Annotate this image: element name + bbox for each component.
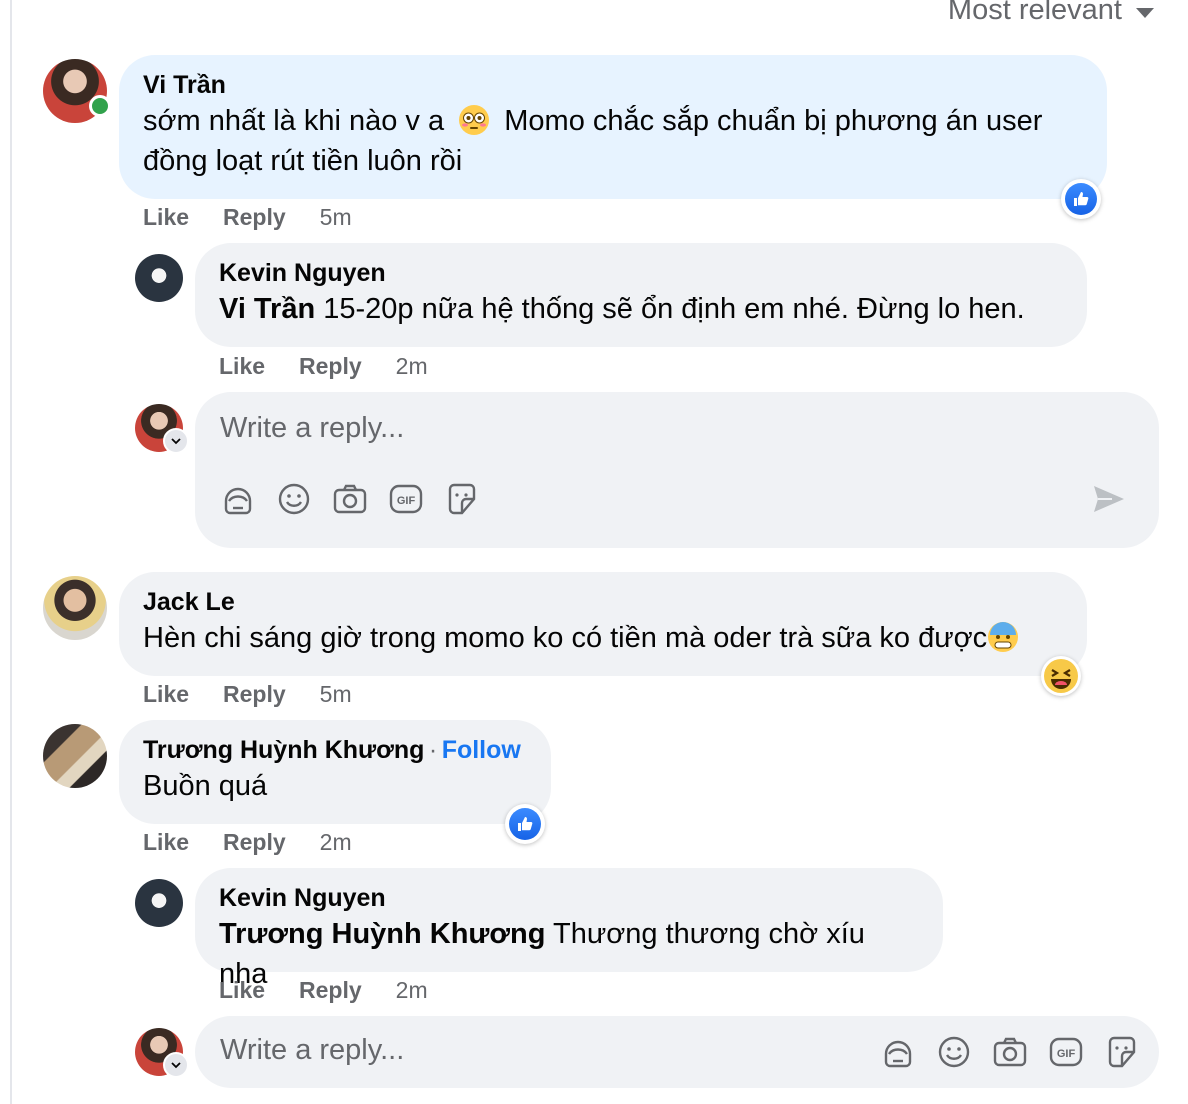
comment-timestamp[interactable]: 2m	[396, 977, 428, 1004]
comment-text: sớm nhất là khi nào v a Momo chắc sắp ch…	[143, 101, 1083, 181]
haha-reaction-icon	[1044, 659, 1078, 693]
current-user-avatar[interactable]	[135, 404, 189, 454]
separator-dot: ·	[428, 736, 438, 764]
comment-text-part: đồng loạt rút tiền luôn rồi	[143, 145, 463, 177]
comment-author[interactable]: Kevin Nguyen	[219, 882, 919, 914]
comment-author[interactable]: Jack Le	[143, 586, 1063, 618]
comment-text: Hèn chi sáng giờ trong momo ko có tiền m…	[143, 618, 1063, 658]
camera-icon[interactable]	[992, 1034, 1028, 1070]
thread-divider	[10, 0, 12, 1104]
like-button[interactable]: Like	[143, 204, 189, 231]
comment-text-part: sớm nhất là khi nào v a	[143, 105, 445, 137]
sticker-icon[interactable]	[444, 481, 480, 517]
comment-text: Vi Trần 15-20p nữa hệ thống sẽ ổn định e…	[219, 289, 1063, 329]
avatar[interactable]	[43, 576, 107, 640]
comment-actions: Like Reply 5m	[143, 681, 352, 708]
comment-actions: Like Reply 2m	[219, 353, 428, 380]
comment-text-part: 15-20p nữa hệ thống sẽ ổn định em nhé. Đ…	[315, 293, 1025, 325]
comment-timestamp[interactable]: 5m	[320, 681, 352, 708]
comment-actions: Like Reply 2m	[219, 977, 428, 1004]
comment-bubble: Vi Trần sớm nhất là khi nào v a Momo chắ…	[119, 55, 1107, 199]
comment-author[interactable]: Vi Trần	[143, 69, 1083, 101]
like-reaction-icon	[1074, 192, 1089, 206]
like-button[interactable]: Like	[143, 829, 189, 856]
avatar[interactable]	[43, 59, 111, 123]
gif-icon[interactable]: GIF	[1048, 1034, 1084, 1070]
avatar[interactable]	[135, 254, 183, 302]
like-reaction-icon	[518, 817, 533, 831]
reply-button[interactable]: Reply	[223, 829, 286, 856]
chevron-down-icon[interactable]	[163, 428, 189, 454]
send-icon[interactable]	[1091, 481, 1127, 517]
comment-text-part: Momo chắc sắp chuẩn bị phương án user	[504, 105, 1043, 137]
reply-button[interactable]: Reply	[299, 353, 362, 380]
avatar[interactable]	[135, 879, 183, 927]
reply-bubble: Kevin Nguyen Vi Trần 15-20p nữa hệ thống…	[195, 243, 1087, 347]
comment-timestamp[interactable]: 2m	[320, 829, 352, 856]
emoji-icon[interactable]	[936, 1034, 972, 1070]
gif-icon[interactable]: GIF	[388, 481, 424, 517]
avatar-sticker-icon[interactable]	[880, 1034, 916, 1070]
cold-sweat-emoji-icon	[988, 622, 1019, 652]
like-button[interactable]: Like	[219, 977, 265, 1004]
sort-dropdown[interactable]: Most relevant	[948, 0, 1154, 27]
mention-link[interactable]: Vi Trần	[219, 293, 315, 325]
reply-composer[interactable]: Write a reply... GIF	[195, 392, 1159, 548]
follow-button[interactable]: Follow	[442, 736, 521, 764]
comment-actions: Like Reply 5m	[143, 204, 352, 231]
like-button[interactable]: Like	[219, 353, 265, 380]
reply-input[interactable]: Write a reply...	[220, 412, 404, 445]
comment-author[interactable]: Trương Huỳnh Khương	[143, 736, 424, 764]
comment-bubble: Jack Le Hèn chi sáng giờ trong momo ko c…	[119, 572, 1087, 676]
emoji-icon[interactable]	[276, 481, 312, 517]
online-status-dot	[89, 95, 111, 117]
reply-button[interactable]: Reply	[299, 977, 362, 1004]
camera-icon[interactable]	[332, 481, 368, 517]
avatar[interactable]	[43, 724, 107, 788]
svg-text:GIF: GIF	[1057, 1048, 1076, 1060]
like-button[interactable]: Like	[143, 681, 189, 708]
comment-actions: Like Reply 2m	[143, 829, 352, 856]
svg-text:GIF: GIF	[397, 495, 416, 507]
reply-input[interactable]: Write a reply...	[220, 1034, 404, 1067]
reply-bubble: Kevin Nguyen Trương Huỳnh Khương Thương …	[195, 868, 943, 990]
current-user-avatar[interactable]	[135, 1028, 189, 1078]
mention-link[interactable]: Trương Huỳnh Khương	[219, 918, 545, 950]
reaction-badge[interactable]	[505, 804, 545, 844]
reply-composer[interactable]: Write a reply... GIF	[195, 1016, 1159, 1088]
sort-label: Most relevant	[947, 0, 1122, 26]
flushed-emoji-icon	[459, 105, 490, 135]
reply-button[interactable]: Reply	[223, 681, 286, 708]
comment-header: Trương Huỳnh Khương · Follow	[143, 734, 527, 766]
avatar-sticker-icon[interactable]	[220, 481, 256, 517]
comment-timestamp[interactable]: 5m	[320, 204, 352, 231]
reaction-badge[interactable]	[1061, 179, 1101, 219]
caret-down-icon	[1136, 7, 1154, 18]
comment-timestamp[interactable]: 2m	[396, 353, 428, 380]
comment-bubble: Trương Huỳnh Khương · Follow Buồn quá	[119, 720, 551, 824]
sticker-icon[interactable]	[1104, 1034, 1140, 1070]
chevron-down-icon[interactable]	[163, 1052, 189, 1078]
comment-text: Buồn quá	[143, 770, 268, 802]
comment-author[interactable]: Kevin Nguyen	[219, 257, 1063, 289]
reply-button[interactable]: Reply	[223, 204, 286, 231]
reaction-badge[interactable]	[1041, 656, 1081, 696]
comment-text-part: Hèn chi sáng giờ trong momo ko có tiền m…	[143, 622, 988, 654]
